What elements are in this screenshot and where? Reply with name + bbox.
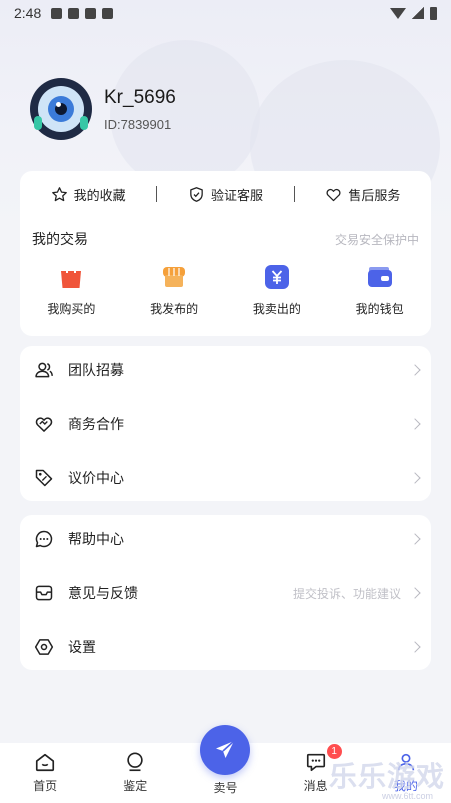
trade-card: 我的收藏 验证客服 售后服务 我的交易 交易安全保护中 我购买的 我发布的 我卖… <box>20 171 431 336</box>
trade-safety-note: 交易安全保护中 <box>334 232 419 247</box>
trade-wallet[interactable]: 我的钱包 <box>328 261 431 317</box>
user-id: ID:7839901 <box>104 116 172 132</box>
menu-item-feedback[interactable]: 意见与反馈 提交投诉、功能建议 <box>20 566 431 620</box>
send-icon <box>216 740 236 758</box>
profile-header[interactable]: Kr_5696 ID:7839901 <box>30 78 176 140</box>
menu-item-team-recruit[interactable]: 团队招募 <box>20 343 431 397</box>
trade-sold-label: 我卖出的 <box>252 302 301 316</box>
signal-icon <box>412 7 424 19</box>
trade-published-label: 我发布的 <box>150 302 199 316</box>
tab-appraisal[interactable]: 鉴定 <box>100 743 170 794</box>
status-bar: 2:48 <box>0 0 451 26</box>
heart-icon <box>326 188 341 201</box>
menu-item-bargain-center[interactable]: 议价中心 <box>20 451 431 505</box>
notification-icons <box>51 7 114 19</box>
shopping-bag-icon <box>61 265 82 288</box>
tab-label: 消息 <box>303 779 328 793</box>
trade-wallet-label: 我的钱包 <box>355 302 404 316</box>
favorites-label: 我的收藏 <box>73 187 126 203</box>
wifi-icon <box>390 7 406 19</box>
trade-header: 我的交易 交易安全保护中 <box>20 217 431 261</box>
trade-shortcuts: 我购买的 我发布的 我卖出的 我的钱包 <box>20 261 431 317</box>
notification-icon <box>85 7 97 19</box>
verify-service-link[interactable]: 验证客服 <box>157 185 293 204</box>
star-icon <box>51 186 67 201</box>
trade-sold[interactable]: 我卖出的 <box>226 261 329 317</box>
shield-check-icon <box>190 186 203 202</box>
username: Kr_5696 <box>104 86 176 108</box>
verify-service-label: 验证客服 <box>210 187 263 203</box>
menu-item-help-center[interactable]: 帮助中心 <box>20 512 431 566</box>
wallet-icon <box>367 267 392 287</box>
menu-item-label: 议价中心 <box>68 470 124 486</box>
inbox-icon <box>35 585 53 601</box>
trade-title: 我的交易 <box>32 231 88 247</box>
menu-item-label: 商务合作 <box>68 416 124 432</box>
home-icon <box>36 753 55 772</box>
sell-button[interactable] <box>200 725 251 775</box>
menu-group-2: 帮助中心 意见与反馈 提交投诉、功能建议 设置 <box>20 515 431 670</box>
chevron-right-icon <box>409 587 421 599</box>
after-sales-label: 售后服务 <box>348 187 401 203</box>
notification-icon <box>102 7 114 19</box>
chevron-right-icon <box>409 472 421 484</box>
tab-label: 鉴定 <box>123 779 148 793</box>
trade-purchased[interactable]: 我购买的 <box>20 261 123 317</box>
tab-label: 卖号 <box>213 781 238 795</box>
hexagon-gear-icon <box>34 639 54 655</box>
notification-icon <box>51 7 63 19</box>
status-time: 2:48 <box>14 5 42 21</box>
chevron-right-icon <box>409 533 421 545</box>
tab-home[interactable]: 首页 <box>10 743 80 794</box>
users-icon <box>35 362 53 378</box>
after-sales-link[interactable]: 售后服务 <box>295 185 431 204</box>
chevron-right-icon <box>409 418 421 430</box>
favorites-link[interactable]: 我的收藏 <box>20 185 156 204</box>
trade-published[interactable]: 我发布的 <box>123 261 226 317</box>
menu-item-settings[interactable]: 设置 <box>20 620 431 674</box>
watermark-url: www.6tt.com <box>381 791 433 801</box>
battery-icon <box>430 6 437 20</box>
watermark-text: 乐乐游戏 <box>328 761 445 792</box>
tab-sell-account[interactable]: 卖号 <box>190 725 260 796</box>
menu-item-business[interactable]: 商务合作 <box>20 397 431 451</box>
quick-links: 我的收藏 验证客服 售后服务 <box>20 171 431 217</box>
store-icon <box>163 267 186 287</box>
tab-label: 首页 <box>33 779 58 793</box>
menu-item-label: 团队招募 <box>68 362 124 378</box>
appraisal-icon <box>127 752 143 772</box>
menu-item-label: 帮助中心 <box>68 531 124 547</box>
trade-purchased-label: 我购买的 <box>47 302 96 316</box>
chevron-right-icon <box>409 641 421 653</box>
menu-item-label: 意见与反馈 <box>68 585 138 601</box>
yuan-icon <box>264 265 289 289</box>
avatar[interactable] <box>30 78 92 140</box>
notification-icon <box>68 7 80 19</box>
feedback-hint: 提交投诉、功能建议 <box>292 586 401 601</box>
menu-item-label: 设置 <box>68 639 96 655</box>
menu-group-1: 团队招募 商务合作 议价中心 <box>20 346 431 501</box>
system-icons <box>390 6 437 20</box>
message-icon <box>306 753 325 772</box>
price-tag-icon <box>35 469 53 487</box>
chat-bubble-icon <box>35 530 53 548</box>
chevron-right-icon <box>409 364 421 376</box>
handshake-icon <box>35 417 53 432</box>
